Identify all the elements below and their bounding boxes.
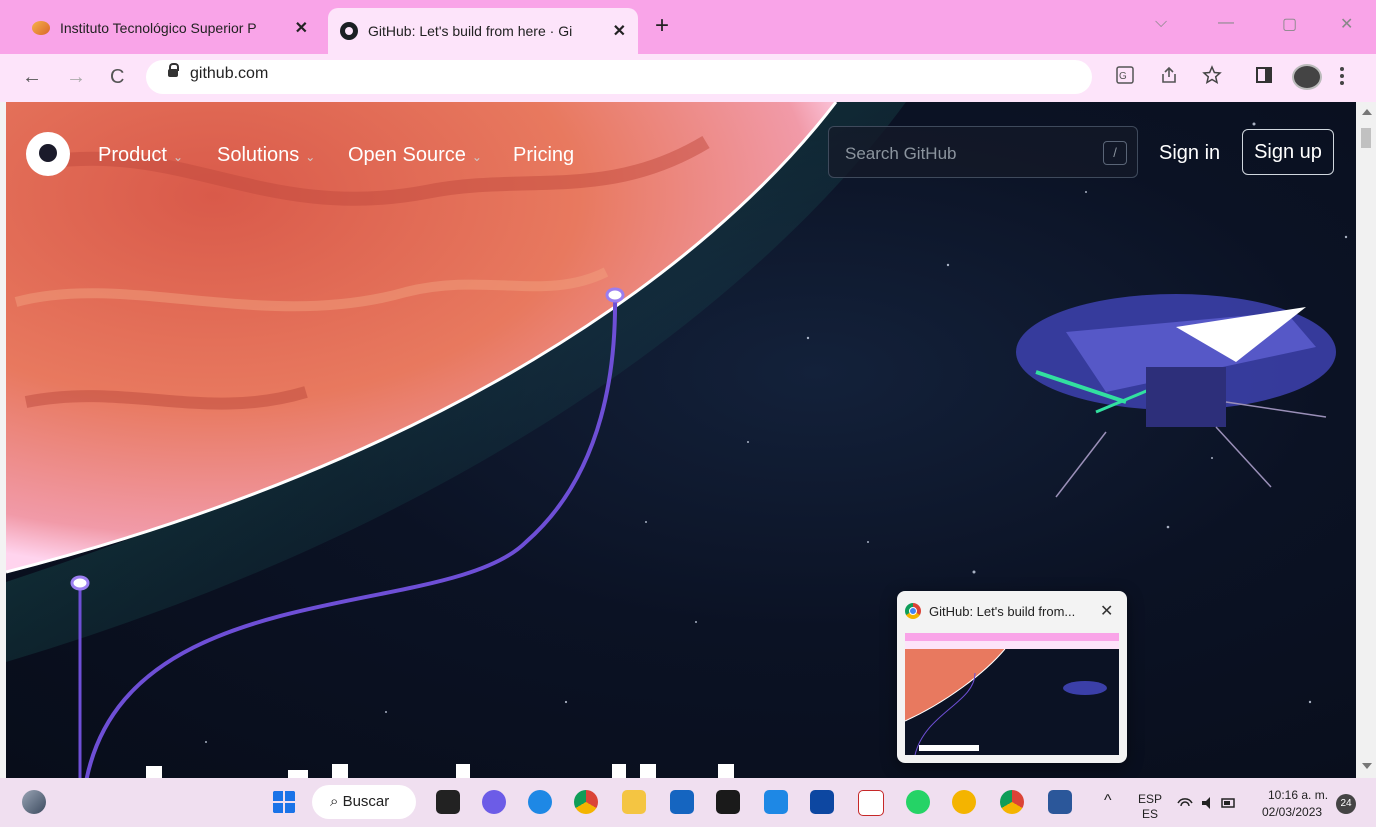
instituto-favicon-icon (32, 21, 50, 35)
preview-title: GitHub: Let's build from... (929, 603, 1076, 619)
tab-search-chevron-icon[interactable]: ⌵ (1155, 14, 1167, 32)
preview-close-icon[interactable]: ✕ (1100, 601, 1113, 621)
drone-illustration (1016, 294, 1336, 498)
share-icon[interactable] (1160, 66, 1178, 84)
search-icon: ⌕ (330, 793, 343, 810)
nav-solutions-label: Solutions (217, 144, 300, 166)
translate-icon[interactable]: G (1116, 66, 1134, 84)
chat-icon[interactable] (482, 790, 506, 814)
chrome-profile-icon[interactable] (1000, 790, 1024, 814)
new-tab-button[interactable]: + (655, 12, 669, 40)
windows-taskbar: ⌕ Buscar ^ ESP ES 10:16 a. m. 02/03/2023… (0, 778, 1376, 827)
mail-icon[interactable] (810, 790, 834, 814)
preview-thumbnail-image (905, 633, 1119, 755)
restore-button[interactable]: ▢ (1282, 14, 1297, 34)
url-text[interactable]: github.com (190, 65, 268, 83)
language-indicator[interactable]: ESP (1138, 792, 1162, 806)
norton-icon[interactable] (952, 790, 976, 814)
chrome-icon[interactable] (574, 790, 598, 814)
task-view-icon[interactable] (436, 790, 460, 814)
weather-widget-icon[interactable] (22, 790, 46, 814)
taskbar-search[interactable]: ⌕ Buscar (312, 785, 416, 819)
tab-strip: Instituto Tecnológico Superior P ✕ GitHu… (0, 0, 1376, 54)
reload-button[interactable]: C (110, 66, 124, 89)
preview-thumbnail (905, 633, 1119, 755)
network-volume-battery-icons[interactable] (1176, 795, 1240, 811)
profile-avatar[interactable] (1292, 64, 1322, 90)
tab-title: Instituto Tecnológico Superior P (60, 20, 257, 36)
svg-text:G: G (1119, 71, 1127, 82)
clock-time[interactable]: 10:16 a. m. (1268, 788, 1328, 802)
word-icon[interactable] (1048, 790, 1072, 814)
scroll-down-icon[interactable] (1362, 762, 1372, 770)
language-indicator-sub: ES (1142, 807, 1159, 821)
edge-icon[interactable] (528, 790, 552, 814)
tab-close-icon[interactable]: ✕ (613, 21, 626, 41)
tab-close-icon[interactable]: ✕ (295, 18, 308, 38)
scroll-up-icon[interactable] (1362, 108, 1372, 116)
minimize-button[interactable]: — (1218, 14, 1234, 32)
chevron-down-icon: ⌄ (471, 150, 482, 164)
nav-solutions[interactable]: Solutions ⌄ (217, 144, 315, 167)
nav-product-label: Product (98, 144, 167, 166)
dropbox-icon[interactable] (716, 790, 740, 814)
forward-button[interactable]: → (66, 66, 86, 89)
nav-pricing[interactable]: Pricing (513, 144, 574, 167)
chevron-down-icon: ⌄ (172, 150, 183, 164)
scrollbar-thumb[interactable] (1361, 128, 1371, 148)
search-box[interactable]: / (828, 126, 1138, 178)
snipping-tool-icon[interactable] (858, 790, 884, 816)
lock-icon[interactable] (168, 63, 179, 77)
star-icon[interactable] (1202, 65, 1222, 85)
nav-open-source-label: Open Source (348, 144, 466, 166)
search-shortcut-key: / (1103, 141, 1127, 165)
arc-node (605, 287, 625, 303)
address-bar[interactable] (146, 60, 1092, 94)
planet (6, 102, 836, 572)
hero-heading-fragment (146, 764, 734, 778)
back-button[interactable]: ← (22, 66, 42, 89)
menu-icon[interactable] (1338, 66, 1346, 86)
nav-product[interactable]: Product ⌄ (98, 144, 183, 167)
vscode-icon[interactable] (764, 790, 788, 814)
windows-start-icon[interactable] (272, 790, 296, 814)
preview-header: GitHub: Let's build from... (905, 603, 1075, 619)
nav-open-source[interactable]: Open Source ⌄ (348, 144, 482, 167)
github-logo-icon[interactable] (26, 132, 70, 176)
close-window-button[interactable]: ✕ (1340, 14, 1353, 34)
arc-node (70, 575, 90, 591)
tab-preview-popup[interactable]: GitHub: Let's build from... ✕ (897, 591, 1127, 763)
page-scrollbar[interactable] (1356, 102, 1376, 778)
tab-github[interactable]: GitHub: Let's build from here · Gi ✕ (328, 8, 638, 54)
github-homepage: Product ⌄ Solutions ⌄ Open Source ⌄ Pricing… (6, 102, 1356, 778)
hero-illustration (6, 102, 1348, 778)
tray-overflow-icon[interactable]: ^ (1104, 792, 1112, 810)
microsoft-store-icon[interactable] (670, 790, 694, 814)
tab-title: GitHub: Let's build from here · Gi (368, 23, 573, 39)
github-favicon-icon (340, 22, 358, 40)
file-explorer-icon[interactable] (622, 790, 646, 814)
taskbar-search-label: Buscar (342, 793, 390, 810)
sign-in-link[interactable]: Sign in (1159, 142, 1220, 165)
tab-instituto[interactable]: Instituto Tecnológico Superior P ✕ (20, 8, 320, 48)
nav-pricing-label: Pricing (513, 144, 575, 166)
side-panel-icon[interactable] (1256, 67, 1272, 83)
sign-up-button[interactable]: Sign up (1242, 129, 1334, 175)
search-input[interactable] (843, 141, 1087, 167)
whatsapp-icon[interactable] (906, 790, 930, 814)
notification-badge[interactable]: 24 (1336, 794, 1356, 814)
chrome-icon (905, 603, 921, 619)
chevron-down-icon: ⌄ (305, 150, 316, 164)
clock-date[interactable]: 02/03/2023 (1262, 805, 1322, 819)
